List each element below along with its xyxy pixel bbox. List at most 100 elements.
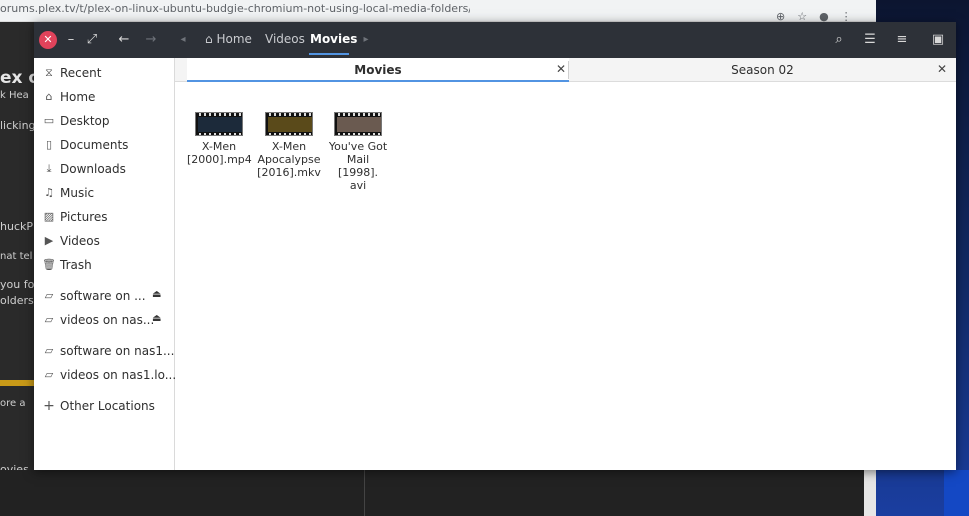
sidebar-item-home[interactable]: ⌂ Home (34, 86, 175, 108)
header-bar: ✕ – ⤢ ← → ◂ ⌂ Home Videos Movies ▸ ⌕ ☰ ≡… (34, 22, 956, 58)
browser-page-bottom (0, 470, 876, 516)
breadcrumb-videos[interactable]: Videos (265, 32, 305, 46)
breadcrumb-label: Home (216, 32, 252, 46)
film-perforation (266, 113, 312, 116)
menu-icon[interactable]: ≡ (891, 30, 913, 50)
file-name-line: X-Men (201, 140, 237, 153)
browser-url-bar[interactable]: orums.plex.tv/t/plex-on-linux-ubuntu-bud… (0, 0, 876, 23)
sidebar-item-label: Downloads (60, 162, 126, 176)
home-icon: ⌂ (45, 90, 53, 103)
sidebar-item-label: Videos (60, 234, 100, 248)
sidebar-item-label: Other Locations (60, 399, 155, 413)
page-fragment: olders (0, 294, 34, 307)
desktop-icon: ▭ (43, 114, 55, 127)
page-fragment: k Hea (0, 90, 29, 101)
sidebar-item-software-bookmark[interactable]: ▱ software on nas1... (34, 340, 175, 362)
video-thumbnail-icon (265, 112, 313, 136)
film-perforation (335, 113, 381, 116)
sidebar-item-desktop[interactable]: ▭ Desktop (34, 110, 175, 132)
thumbnail-image (268, 117, 312, 132)
page-highlight-bar (0, 380, 34, 386)
sidebar-item-label: Recent (60, 66, 102, 80)
sidebar-item-videos-mount[interactable]: ▱ videos on nas... ⏏ (34, 309, 175, 331)
sidebar-item-documents[interactable]: ▯ Documents (34, 134, 175, 156)
sidebar-item-label: Documents (60, 138, 129, 152)
breadcrumb-movies[interactable]: Movies (310, 32, 357, 46)
file-name-line: [2000].mp4 (187, 153, 252, 166)
sidebar-item-pictures[interactable]: ▨ Pictures (34, 206, 175, 228)
sidebar-item-label: Desktop (60, 114, 110, 128)
forward-arrow-icon[interactable]: → (140, 30, 162, 50)
page-fragment: ore a (0, 398, 26, 409)
sidebar-item-music[interactable]: ♫ Music (34, 182, 175, 204)
browser-url-text[interactable]: orums.plex.tv/t/plex-on-linux-ubuntu-bud… (0, 2, 470, 15)
plus-icon: + (43, 398, 55, 414)
music-icon: ♫ (44, 186, 54, 199)
film-perforation (266, 133, 312, 135)
tab-season-02[interactable]: Season 02 ✕ (569, 58, 956, 82)
file-name: X-Men Apocalypse [2016].mkv (257, 140, 321, 179)
sidebar-item-downloads[interactable]: ⤓ Downloads (34, 158, 175, 180)
network-folder-icon: ▱ (44, 289, 54, 302)
film-perforation (196, 133, 242, 135)
sidebar-item-trash[interactable]: 🗑 Trash (34, 254, 175, 276)
network-folder-icon: ▱ (44, 344, 54, 357)
scrollbar[interactable] (864, 470, 876, 516)
tab-label: Season 02 (731, 63, 794, 77)
sidebar-item-recent[interactable]: ⧖ Recent (34, 62, 175, 84)
breadcrumb-right-icon[interactable]: ▸ (355, 30, 377, 50)
picture-icon: ▨ (43, 210, 55, 223)
close-icon[interactable]: ✕ (39, 31, 57, 49)
trash-icon: 🗑 (42, 258, 56, 271)
page-fragment: nat tel (0, 251, 33, 262)
sidebar-item-videos-bookmark[interactable]: ▱ videos on nas1.lo... (34, 364, 176, 386)
sidebar-item-label: Trash (60, 258, 92, 272)
download-icon: ⤓ (46, 162, 52, 175)
file-name: You've Got Mail [1998]. avi (326, 140, 390, 192)
sidebar-item-label: videos on nas... (60, 313, 155, 327)
sidebar: ⧖ Recent ⌂ Home ▭ Desktop ▯ Documents ⤓ Downl… (34, 58, 176, 470)
breadcrumb-active-indicator (309, 53, 349, 55)
breadcrumb-left-icon[interactable]: ◂ (172, 30, 194, 50)
close-icon[interactable]: ✕ (556, 62, 566, 76)
sidebar-item-label: Music (60, 186, 95, 200)
divider (364, 470, 365, 516)
sidebar-item-software-mount[interactable]: ▱ software on ... ⏏ (34, 285, 175, 307)
video-icon: ▶ (44, 234, 54, 247)
tab-label: Movies (354, 63, 402, 77)
sidebar-item-label: software on nas1... (60, 344, 175, 358)
desktop-panel (944, 470, 969, 516)
thumbnail-image (337, 117, 381, 132)
sidebar-item-videos[interactable]: ▶ Videos (34, 230, 175, 252)
eject-icon[interactable]: ⏏ (152, 313, 161, 324)
document-icon: ▯ (45, 138, 53, 151)
list-view-icon[interactable]: ☰ (859, 30, 881, 50)
sidebar-item-label: software on ... (60, 289, 146, 303)
page-fragment: licking (0, 119, 36, 132)
page-fragment: you fo (0, 278, 35, 291)
search-icon[interactable]: ⌕ (828, 30, 850, 50)
video-thumbnail-icon (195, 112, 243, 136)
video-thumbnail-icon (334, 112, 382, 136)
minimize-icon[interactable]: – (60, 30, 82, 50)
thumbnail-image (198, 117, 242, 132)
file-name-line: Mail [1998]. (337, 153, 379, 179)
file-name: X-Men [2000].mp4 (187, 140, 252, 166)
eject-icon[interactable]: ⏏ (152, 289, 161, 300)
tab-movies[interactable]: Movies ✕ (187, 58, 569, 82)
sidebar-divider (34, 280, 175, 281)
new-window-icon[interactable]: ▣ (927, 30, 949, 50)
clock-icon: ⧖ (45, 66, 53, 79)
sidebar-item-label: Home (60, 90, 96, 104)
breadcrumb-home[interactable]: ⌂ Home (205, 32, 252, 46)
page-fragment: huckP (0, 220, 33, 233)
network-folder-icon: ▱ (44, 313, 54, 326)
file-name-line: avi (349, 179, 367, 192)
maximize-icon[interactable]: ⤢ (81, 30, 103, 50)
close-icon[interactable]: ✕ (937, 62, 947, 76)
sidebar-item-other-locations[interactable]: + Other Locations (34, 395, 175, 417)
back-arrow-icon[interactable]: ← (113, 30, 135, 50)
home-icon: ⌂ (205, 32, 213, 46)
file-manager-window: ✕ – ⤢ ← → ◂ ⌂ Home Videos Movies ▸ ⌕ ☰ ≡… (34, 22, 956, 470)
network-folder-icon: ▱ (44, 368, 54, 381)
